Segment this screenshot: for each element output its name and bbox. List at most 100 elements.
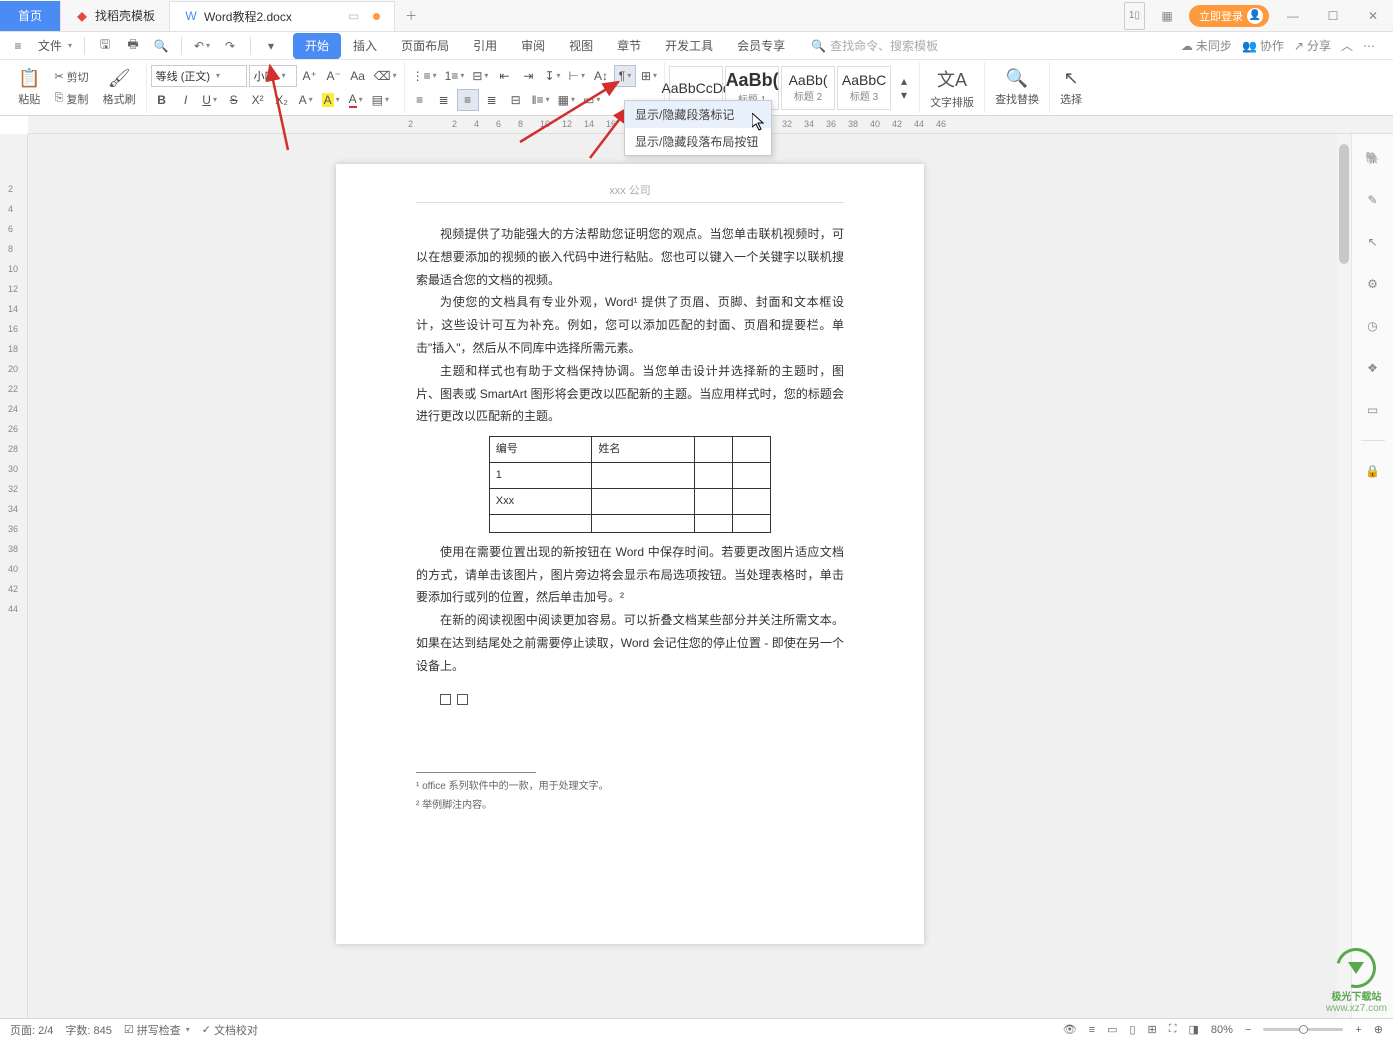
paragraph[interactable]: 主题和样式也有助于文档保持协调。当您单击设计并选择新的主题时，图片、图表或 Sm… <box>416 360 844 428</box>
style-h3[interactable]: AaBbC标题 3 <box>837 66 891 110</box>
clear-format-button[interactable]: ⌫▾ <box>371 65 400 87</box>
read-view-icon[interactable]: ▭ <box>1107 1023 1117 1036</box>
scrollbar-thumb[interactable] <box>1339 144 1349 264</box>
strike-button[interactable]: S <box>223 89 245 111</box>
checkbox-icon[interactable] <box>440 694 451 705</box>
ribbon-tab-view[interactable]: 视图 <box>557 33 605 59</box>
reader-icon[interactable]: ▭ <box>1361 398 1385 422</box>
zoom-fit-icon[interactable]: ◨ <box>1188 1023 1198 1036</box>
ribbon-tab-member[interactable]: 会员专享 <box>725 33 797 59</box>
vertical-scrollbar[interactable] <box>1337 134 1351 1018</box>
cut-button[interactable]: ✂剪切 <box>50 66 92 88</box>
pen-icon[interactable]: ✎ <box>1361 188 1385 212</box>
ribbon-tab-review[interactable]: 审阅 <box>509 33 557 59</box>
file-menu[interactable]: 文件▾ <box>34 37 76 54</box>
font-name-select[interactable]: 等线 (正文)▾ <box>151 65 247 87</box>
ribbon-tab-chapter[interactable]: 章节 <box>605 33 653 59</box>
save-icon[interactable]: 🖫 <box>93 35 117 57</box>
command-search[interactable]: 🔍 查找命令、搜索模板 <box>811 37 938 54</box>
zoom-in-button[interactable]: + <box>1355 1024 1361 1036</box>
login-button[interactable]: 立即登录 👤 <box>1189 5 1269 27</box>
toolbar-dd-icon[interactable]: ▾ <box>259 35 283 57</box>
document-body[interactable]: 视频提供了功能强大的方法帮助您证明您的观点。当您单击联机视频时，可以在想要添加的… <box>416 223 844 712</box>
paragraph[interactable]: 视频提供了功能强大的方法帮助您证明您的观点。当您单击联机视频时，可以在想要添加的… <box>416 223 844 291</box>
close-button[interactable]: ✕ <box>1357 2 1389 30</box>
select-button[interactable]: ↖选择 <box>1054 66 1088 109</box>
underline-button[interactable]: U▾ <box>199 89 221 111</box>
settings-icon[interactable]: ⚙ <box>1361 272 1385 296</box>
zoom-reset-button[interactable]: ⊕ <box>1374 1023 1383 1036</box>
coop-button[interactable]: 👥协作 <box>1242 37 1284 54</box>
highlight-button[interactable]: A▾ <box>319 89 343 111</box>
fullscreen-icon[interactable]: ⛶ <box>1169 1023 1177 1036</box>
print-icon[interactable]: 🖶 <box>121 35 145 57</box>
ribbon-tab-reference[interactable]: 引用 <box>461 33 509 59</box>
apps-icon[interactable]: ▦ <box>1153 2 1181 30</box>
document-page[interactable]: xxx 公司 视频提供了功能强大的方法帮助您证明您的观点。当您单击联机视频时，可… <box>336 164 924 944</box>
spell-check-button[interactable]: ☑拼写检查▾ <box>124 1022 190 1038</box>
paragraph[interactable]: 为使您的文档具有专业外观，Word¹ 提供了页眉、页脚、封面和文本框设计，这些设… <box>416 291 844 359</box>
template-icon[interactable]: ❖ <box>1361 356 1385 380</box>
shrink-font-button[interactable]: A⁻ <box>323 65 345 87</box>
font-color-button[interactable]: A▾ <box>345 89 367 111</box>
redo-icon[interactable]: ↷ <box>218 35 242 57</box>
text-layout-button[interactable]: 文A文字排版 <box>924 64 980 112</box>
bold-button[interactable]: B <box>151 89 173 111</box>
paste-button[interactable]: 📋粘贴 <box>12 66 46 109</box>
web-view-icon[interactable]: ⊞ <box>1148 1023 1157 1036</box>
document-table[interactable]: 编号姓名1Xxx <box>489 436 771 533</box>
minimize-button[interactable]: — <box>1277 2 1309 30</box>
vertical-ruler[interactable]: 2468101214161820222426283032343638404244 <box>0 134 28 1018</box>
ribbon-tab-dev[interactable]: 开发工具 <box>653 33 725 59</box>
style-h2[interactable]: AaBb(标题 2 <box>781 66 835 110</box>
select-tool-icon[interactable]: ↖ <box>1361 230 1385 254</box>
print-preview-icon[interactable]: 🔍 <box>149 35 173 57</box>
find-replace-button[interactable]: 🔍查找替换 <box>989 66 1045 109</box>
outline-view-icon[interactable]: ≡ <box>1089 1024 1095 1036</box>
multilevel-button[interactable]: ⊟▾ <box>469 65 491 87</box>
zoom-out-button[interactable]: − <box>1245 1024 1251 1036</box>
toggle-paragraph-marks-item[interactable]: 显示/隐藏段落标记 <box>625 101 771 128</box>
tab-home[interactable]: 首页 <box>0 1 61 31</box>
ribbon-tab-start[interactable]: 开始 <box>293 33 341 59</box>
toggle-para-layout-button-item[interactable]: 显示/隐藏段落布局按钮 <box>625 128 771 155</box>
clock-icon[interactable]: ◷ <box>1361 314 1385 338</box>
change-case-button[interactable]: Aa <box>347 65 369 87</box>
new-tab-button[interactable]: ＋ <box>395 1 427 31</box>
assistant-icon[interactable]: 🐘 <box>1361 146 1385 170</box>
eye-icon[interactable]: 👁 <box>1063 1023 1077 1036</box>
proofing-button[interactable]: ✓文档校对 <box>202 1022 258 1038</box>
collapse-ribbon-icon[interactable]: ︿ <box>1341 37 1353 54</box>
lock-icon[interactable]: 🔒 <box>1361 459 1385 483</box>
paragraph[interactable]: 在新的阅读视图中阅读更加容易。可以折叠文档某些部分并关注所需文本。如果在达到结尾… <box>416 609 844 677</box>
paragraph[interactable]: 使用在需要位置出现的新按钮在 Word 中保存时间。若要更改图片适应文档的方式，… <box>416 541 844 609</box>
ribbon-tab-insert[interactable]: 插入 <box>341 33 389 59</box>
styles-more-button[interactable]: ▴▾ <box>893 77 915 99</box>
more-icon[interactable]: ⋯ <box>1363 39 1375 53</box>
word-count[interactable]: 字数: 845 <box>65 1022 111 1038</box>
align-left-button[interactable]: ≡ <box>409 89 431 111</box>
italic-button[interactable]: I <box>175 89 197 111</box>
checkbox-row[interactable] <box>416 690 844 713</box>
grow-font-button[interactable]: A⁺ <box>299 65 321 87</box>
numbering-button[interactable]: 1≡▾ <box>442 65 468 87</box>
align-center-button[interactable]: ≣ <box>433 89 455 111</box>
maximize-button[interactable]: ☐ <box>1317 2 1349 30</box>
sync-status[interactable]: ☁未同步 <box>1181 37 1232 54</box>
zoom-value[interactable]: 80% <box>1211 1024 1233 1036</box>
page-view-icon[interactable]: ▯ <box>1129 1023 1135 1036</box>
hamburger-icon[interactable]: ≡ <box>6 35 30 57</box>
undo-icon[interactable]: ↶▾ <box>190 35 214 57</box>
checkbox-icon[interactable] <box>457 694 468 705</box>
align-right-button[interactable]: ≡ <box>457 89 479 111</box>
zoom-slider[interactable] <box>1263 1028 1343 1031</box>
tab-document[interactable]: W Word教程2.docx ▭ <box>170 1 395 31</box>
ribbon-tab-layout[interactable]: 页面布局 <box>389 33 461 59</box>
borders-button[interactable]: ⊞▾ <box>638 65 660 87</box>
format-painter-button[interactable]: 🖌格式刷 <box>97 66 142 109</box>
zoom-thumb[interactable] <box>1299 1025 1308 1034</box>
window-layout-icon[interactable]: 1▯ <box>1124 2 1145 30</box>
copy-button[interactable]: ⎘复制 <box>50 88 92 110</box>
share-button[interactable]: ↗分享 <box>1294 37 1331 54</box>
page-indicator[interactable]: 页面: 2/4 <box>10 1022 53 1038</box>
